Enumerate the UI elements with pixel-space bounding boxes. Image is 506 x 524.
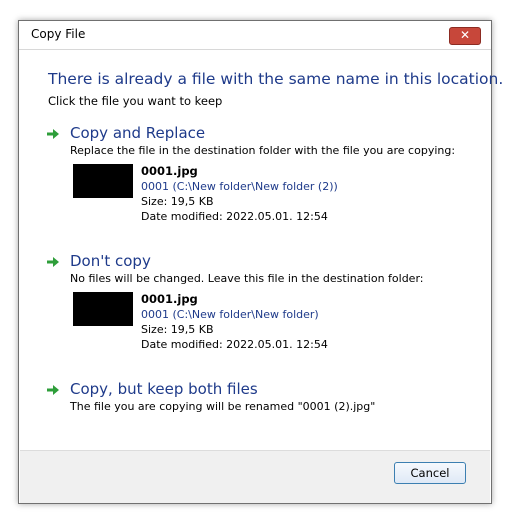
- file-name: 0001.jpg: [141, 164, 198, 178]
- option-title: Don't copy: [70, 252, 151, 270]
- green-arrow-icon: [47, 129, 59, 139]
- window-title: Copy File: [31, 27, 86, 41]
- option-copy-and-replace[interactable]: Copy and Replace Replace the file in the…: [46, 124, 476, 236]
- file-path: 0001 (C:\New folder\New folder (2)): [141, 180, 338, 193]
- option-description: No files will be changed. Leave this fil…: [70, 272, 424, 285]
- option-title: Copy and Replace: [70, 124, 206, 142]
- dialog-content: There is already a file with the same na…: [20, 50, 503, 450]
- file-path: 0001 (C:\New folder\New folder): [141, 308, 319, 321]
- file-thumbnail: [73, 164, 133, 198]
- title-bar: Copy File ✕: [19, 21, 491, 50]
- cancel-button[interactable]: Cancel: [394, 462, 466, 484]
- green-arrow-icon: [47, 257, 59, 267]
- option-dont-copy[interactable]: Don't copy No files will be changed. Lea…: [46, 252, 476, 364]
- destination-file-info: 0001.jpg 0001 (C:\New folder\New folder)…: [73, 292, 403, 352]
- file-date-modified: Date modified: 2022.05.01. 12:54: [141, 210, 328, 223]
- file-thumbnail: [73, 292, 133, 326]
- green-arrow-icon: [47, 385, 59, 395]
- dialog-subheading: Click the file you want to keep: [48, 94, 223, 108]
- file-size: Size: 19,5 KB: [141, 323, 214, 336]
- close-button[interactable]: ✕: [449, 27, 481, 45]
- copy-file-dialog: Copy File ✕ There is already a file with…: [18, 20, 503, 504]
- file-size: Size: 19,5 KB: [141, 195, 214, 208]
- close-icon: ✕: [459, 28, 471, 42]
- file-date-modified: Date modified: 2022.05.01. 12:54: [141, 338, 328, 351]
- dialog-footer: Cancel: [20, 450, 490, 503]
- option-description: Replace the file in the destination fold…: [70, 144, 456, 157]
- option-keep-both[interactable]: Copy, but keep both files The file you a…: [46, 380, 476, 420]
- option-description: The file you are copying will be renamed…: [70, 400, 376, 413]
- dialog-heading: There is already a file with the same na…: [48, 70, 504, 88]
- file-name: 0001.jpg: [141, 292, 198, 306]
- option-title: Copy, but keep both files: [70, 380, 258, 398]
- source-file-info: 0001.jpg 0001 (C:\New folder\New folder …: [73, 164, 403, 224]
